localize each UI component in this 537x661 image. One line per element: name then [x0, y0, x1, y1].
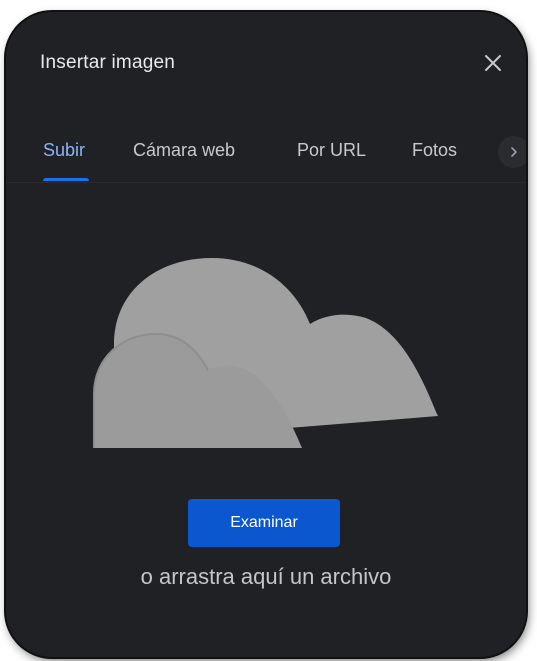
close-icon [485, 55, 501, 71]
drop-hint-text: o arrastra aquí un archivo [140, 564, 392, 589]
browse-button[interactable]: Examinar [188, 499, 340, 547]
chevron-right-icon [511, 147, 517, 157]
tab-subir[interactable]: Subir [43, 140, 85, 161]
active-tab-indicator [43, 178, 89, 181]
tabs-scroll-right-button[interactable] [498, 136, 526, 168]
dialog-title: Insertar imagen [40, 52, 176, 73]
tab-por-url[interactable]: Por URL [297, 140, 366, 161]
tab-divider [6, 182, 526, 183]
close-button[interactable] [478, 48, 508, 78]
tab-camara-web[interactable]: Cámara web [133, 140, 235, 161]
cloud-illustration [93, 258, 438, 448]
tab-fotos[interactable]: Fotos [412, 140, 457, 161]
tab-bar: Subir Cámara web Por URL Fotos [6, 134, 526, 182]
insert-image-dialog: Insertar imagen Subir Cámara web Por URL… [6, 12, 526, 657]
